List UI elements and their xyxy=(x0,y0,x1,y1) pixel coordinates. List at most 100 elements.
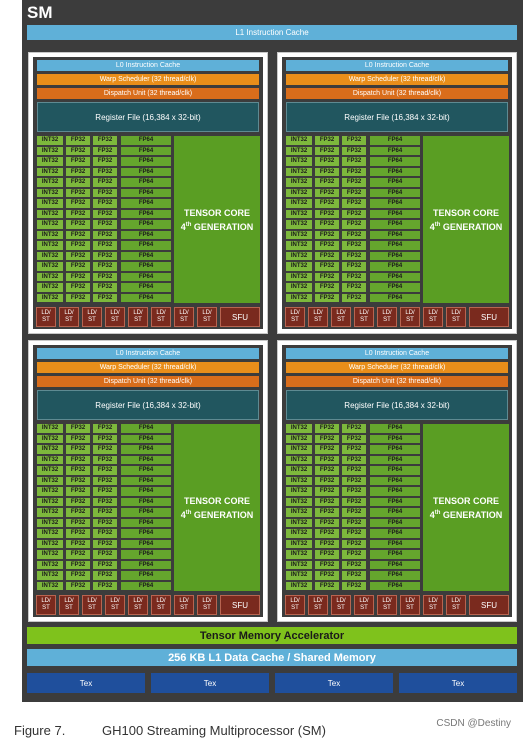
sm-partition: L0 Instruction Cache Warp Scheduler (32 t… xyxy=(277,52,517,334)
fp64-unit: FP64 xyxy=(120,135,172,146)
int32-unit: INT32 xyxy=(36,496,64,507)
fp32-unit: FP32 xyxy=(314,177,340,188)
fp32-unit: FP32 xyxy=(341,454,367,465)
ldst-unit: LD/ST xyxy=(105,595,125,615)
ldst-label-top: LD/ xyxy=(110,598,120,604)
ldst-label-bottom: ST xyxy=(42,317,50,323)
ldst-label-bottom: ST xyxy=(180,317,188,323)
fp32-unit: FP32 xyxy=(65,229,91,240)
fp32-unit: FP32 xyxy=(341,261,367,272)
ldst-label-top: LD/ xyxy=(428,598,438,604)
fp64-unit: FP64 xyxy=(369,517,421,528)
fp32-unit: FP32 xyxy=(341,166,367,177)
ldst-label-top: LD/ xyxy=(87,598,97,604)
int32-unit: INT32 xyxy=(285,454,313,465)
fp64-unit: FP64 xyxy=(120,145,172,156)
int32-unit: INT32 xyxy=(36,549,64,560)
int32-unit: INT32 xyxy=(285,135,313,146)
fp32-unit: FP32 xyxy=(341,292,367,303)
ldst-label-bottom: ST xyxy=(88,317,96,323)
fp64-unit: FP64 xyxy=(369,444,421,455)
fp32-unit: FP32 xyxy=(92,559,118,570)
int32-unit: INT32 xyxy=(285,292,313,303)
fp64-unit: FP64 xyxy=(369,580,421,591)
int32-unit: INT32 xyxy=(285,528,313,539)
fp32-unit: FP32 xyxy=(92,528,118,539)
tensor-core-generation: 4th GENERATION xyxy=(181,507,254,521)
fp32-unit: FP32 xyxy=(314,166,340,177)
fp32-unit: FP32 xyxy=(314,444,340,455)
fp64-unit: FP64 xyxy=(369,282,421,293)
int32-unit: INT32 xyxy=(36,240,64,251)
fp32-unit: FP32 xyxy=(314,549,340,560)
fp64-unit: FP64 xyxy=(120,208,172,219)
ldst-label-top: LD/ xyxy=(405,310,415,316)
int32-unit: INT32 xyxy=(36,250,64,261)
fp64-unit: FP64 xyxy=(120,261,172,272)
tensor-core-generation-text: GENERATION xyxy=(442,509,503,520)
warp-scheduler: Warp Scheduler (32 thread/clk) xyxy=(286,362,508,373)
fp32-unit: FP32 xyxy=(341,496,367,507)
fp32-unit: FP32 xyxy=(314,507,340,518)
fp32-unit: FP32 xyxy=(314,486,340,497)
ldst-label-top: LD/ xyxy=(179,598,189,604)
int32-unit: INT32 xyxy=(36,271,64,282)
fp64-unit: FP64 xyxy=(120,486,172,497)
fp32-unit: FP32 xyxy=(314,454,340,465)
fp32-unit: FP32 xyxy=(341,229,367,240)
fp32-unit: FP32 xyxy=(341,486,367,497)
fp32-unit: FP32 xyxy=(65,145,91,156)
fp64-unit: FP64 xyxy=(120,454,172,465)
fp64-unit: FP64 xyxy=(369,198,421,209)
fp32-unit: FP32 xyxy=(92,135,118,146)
ldst-label-top: LD/ xyxy=(359,310,369,316)
ldst-label-bottom: ST xyxy=(180,605,188,611)
fp32-unit: FP32 xyxy=(314,465,340,476)
fp32-unit: FP32 xyxy=(65,292,91,303)
int32-unit: INT32 xyxy=(285,423,313,434)
int32-unit: INT32 xyxy=(285,559,313,570)
fp32-unit: FP32 xyxy=(92,250,118,261)
tensor-core-label: TENSOR CORE xyxy=(183,495,250,506)
ldst-unit: LD/ST xyxy=(308,307,328,327)
fp64-unit: FP64 xyxy=(369,292,421,303)
int32-unit: INT32 xyxy=(36,187,64,198)
tensor-core: TENSOR CORE 4th GENERATION xyxy=(174,136,260,303)
ldst-label-bottom: ST xyxy=(157,605,165,611)
fp64-unit: FP64 xyxy=(369,177,421,188)
ldst-unit: LD/ST xyxy=(423,595,443,615)
fp32-unit: FP32 xyxy=(92,549,118,560)
fp32-unit: FP32 xyxy=(92,444,118,455)
ldst-label-bottom: ST xyxy=(111,605,119,611)
fp32-unit: FP32 xyxy=(92,166,118,177)
fp32-unit: FP32 xyxy=(314,145,340,156)
ldst-unit: LD/ST xyxy=(446,595,466,615)
fp32-unit: FP32 xyxy=(92,198,118,209)
ldst-unit: LD/ST xyxy=(82,595,102,615)
fp32-unit: FP32 xyxy=(314,135,340,146)
ldst-label-top: LD/ xyxy=(451,310,461,316)
fp64-unit: FP64 xyxy=(369,250,421,261)
fp64-unit: FP64 xyxy=(369,156,421,167)
fp32-unit: FP32 xyxy=(341,538,367,549)
fp64-unit: FP64 xyxy=(369,538,421,549)
fp32-unit: FP32 xyxy=(341,549,367,560)
core-grid: INT32 FP32 FP32 FP64 INT32 FP32 FP32 FP64 INT32 F… xyxy=(36,135,172,305)
ldst-label-top: LD/ xyxy=(41,310,51,316)
fp64-unit: FP64 xyxy=(369,135,421,146)
fp32-unit: FP32 xyxy=(65,282,91,293)
fp32-unit: FP32 xyxy=(65,177,91,188)
ldst-label-top: LD/ xyxy=(133,310,143,316)
int32-unit: INT32 xyxy=(285,570,313,581)
fp32-unit: FP32 xyxy=(65,444,91,455)
ldst-label-bottom: ST xyxy=(383,605,391,611)
fp64-unit: FP64 xyxy=(120,292,172,303)
int32-unit: INT32 xyxy=(285,177,313,188)
tensor-core-ordinal-suffix: th xyxy=(185,509,192,516)
warp-scheduler: Warp Scheduler (32 thread/clk) xyxy=(37,362,259,373)
ldst-label-bottom: ST xyxy=(452,605,460,611)
tensor-core-label: TENSOR CORE xyxy=(183,207,250,218)
fp32-unit: FP32 xyxy=(92,580,118,591)
fp32-unit: FP32 xyxy=(314,261,340,272)
fp32-unit: FP32 xyxy=(92,423,118,434)
